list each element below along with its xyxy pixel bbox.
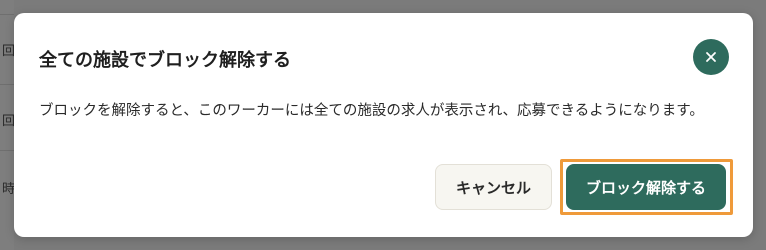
unblock-dialog: 全ての施設でブロック解除する ブロックを解除すると、このワーカーには全ての施設の… [14, 13, 753, 237]
cancel-button[interactable]: キャンセル [435, 164, 552, 210]
background-row-text: 回 [2, 44, 14, 59]
background-row-text: 回 [2, 114, 14, 129]
background-row-divider [0, 150, 14, 151]
background-row-text: 時 [2, 182, 14, 197]
close-button[interactable] [693, 39, 729, 75]
close-icon [706, 52, 716, 62]
background-row-divider [0, 14, 14, 15]
dialog-message: ブロックを解除すると、このワーカーには全ての施設の求人が表示され、応募できるよう… [39, 103, 704, 119]
background-row-divider [0, 84, 14, 85]
dialog-title: 全ての施設でブロック解除する [39, 50, 291, 71]
unblock-confirm-button[interactable]: ブロック解除する [566, 164, 726, 210]
